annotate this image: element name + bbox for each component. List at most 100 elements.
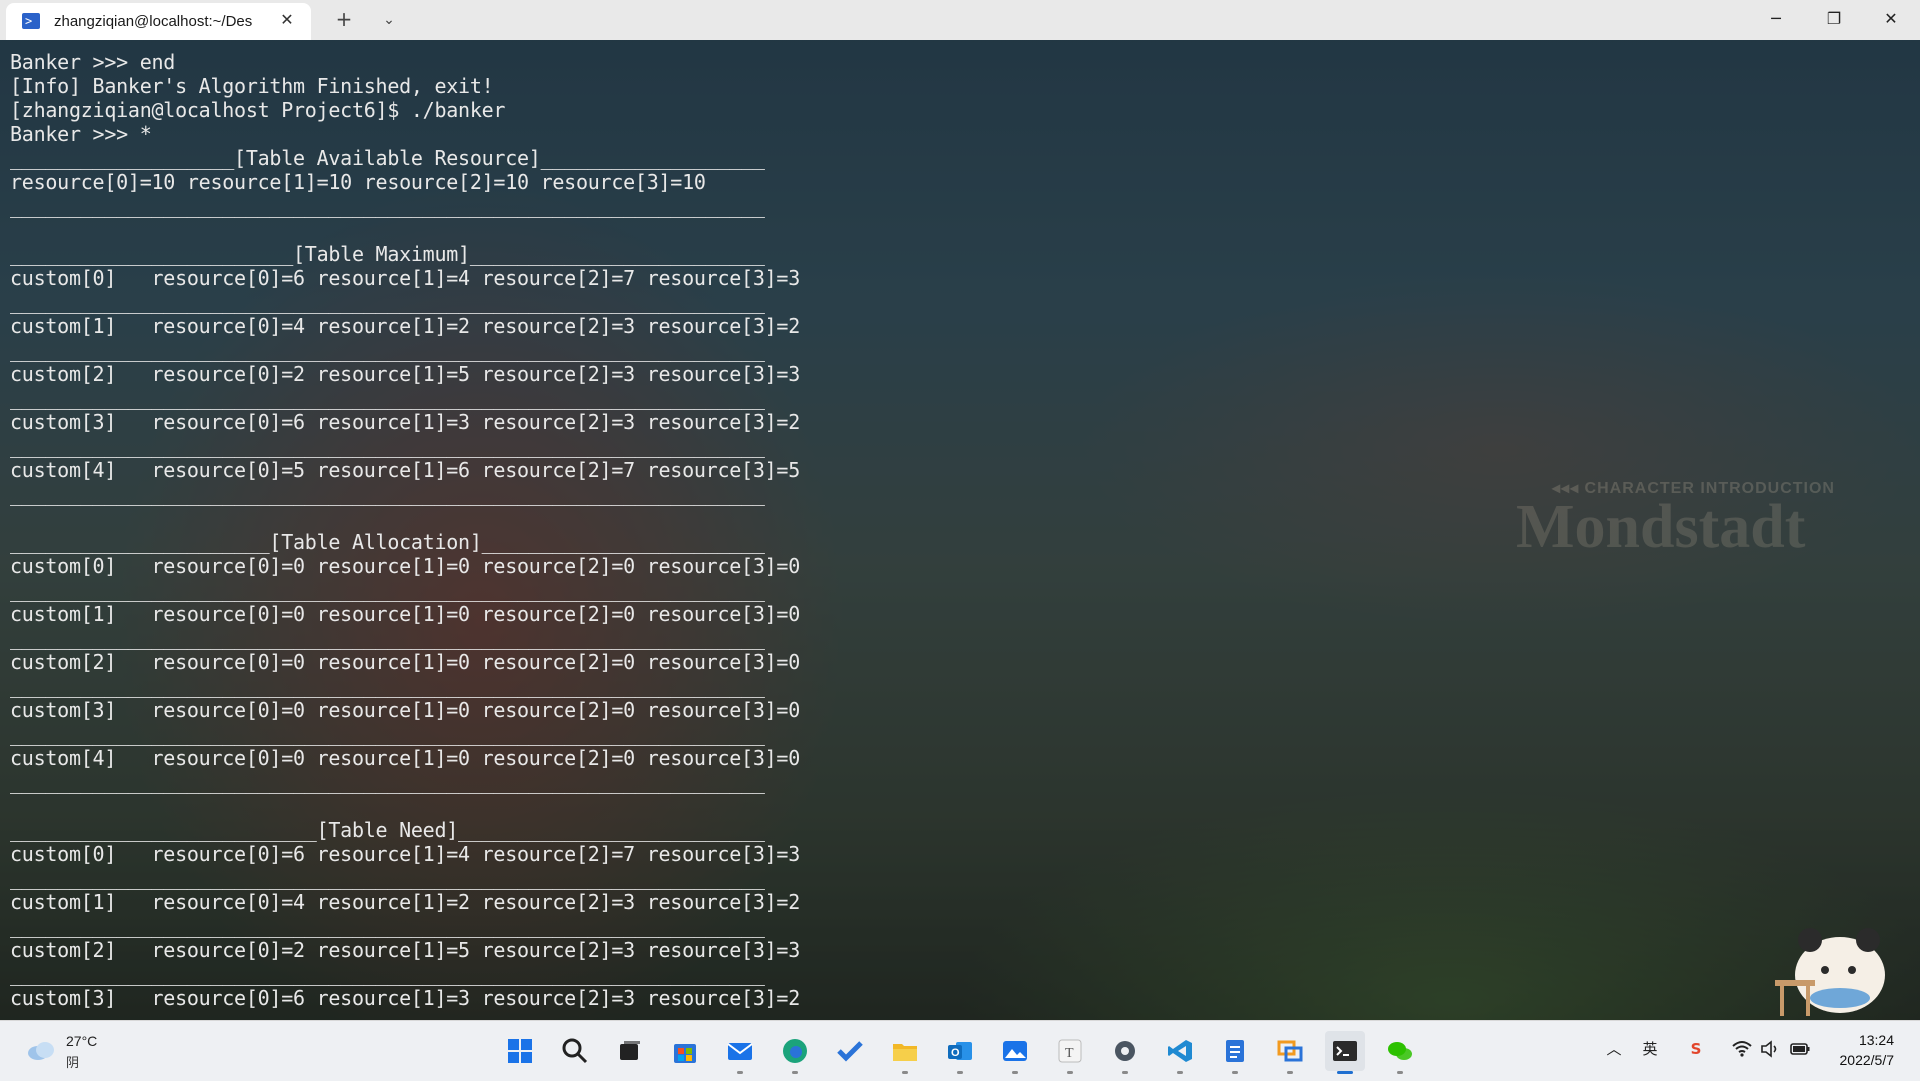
file-explorer-taskbar-button[interactable] <box>885 1031 925 1074</box>
mail-icon <box>727 1043 753 1060</box>
terminal-line: custom[4] resource[0]=0 resource[1]=0 re… <box>10 746 800 770</box>
edge-taskbar-button[interactable] <box>775 1031 815 1074</box>
terminal-line: ________________________________________… <box>10 290 765 314</box>
terminal-line: ________________________________________… <box>10 722 765 746</box>
wechat-icon <box>1388 1042 1412 1060</box>
outlook-icon: O <box>948 1042 972 1060</box>
terminal-line: custom[3] resource[0]=6 resource[1]=3 re… <box>10 986 800 1010</box>
terminal-window: ◂◂◂ CHARACTER INTRODUCTION Mondstadt > z… <box>0 0 1920 1020</box>
terminal-line: resource[0]=10 resource[1]=10 resource[2… <box>10 170 706 194</box>
terminal-line: custom[2] resource[0]=0 resource[1]=0 re… <box>10 650 800 674</box>
terminal-line: ________________________________________… <box>10 770 765 794</box>
terminal-line: ________________________________________… <box>10 962 765 986</box>
photos-taskbar-button[interactable] <box>995 1031 1035 1074</box>
search-icon <box>562 1038 588 1064</box>
terminal-line: ___________________[Table Available Reso… <box>10 146 765 170</box>
running-indicator <box>1067 1071 1073 1074</box>
wifi-icon[interactable] <box>1730 1037 1754 1061</box>
maximize-button[interactable]: ❐ <box>1805 0 1863 40</box>
terminal-line: ________________________________________… <box>10 866 765 890</box>
vscode-taskbar-button[interactable] <box>1160 1031 1200 1074</box>
terminal-line: Banker >>> end <box>10 50 176 74</box>
volume-icon[interactable] <box>1758 1037 1782 1061</box>
battery-icon[interactable] <box>1788 1037 1812 1061</box>
search-taskbar-button[interactable] <box>555 1031 595 1071</box>
terminal-taskbar-button[interactable] <box>1325 1031 1365 1074</box>
show-hidden-icons-button[interactable]: ︿ <box>1602 1037 1626 1061</box>
terminal-line: ________________________________________… <box>10 386 765 410</box>
terminal-line: ________________________________________… <box>10 482 765 506</box>
terminal-line: ________________________________________… <box>10 674 765 698</box>
close-tab-button[interactable]: ✕ <box>276 9 298 31</box>
running-indicator <box>957 1071 963 1074</box>
terminal-line: custom[1] resource[0]=4 resource[1]=2 re… <box>10 314 800 338</box>
start-icon <box>508 1039 532 1063</box>
terminal-line: custom[1] resource[0]=4 resource[1]=2 re… <box>10 890 800 914</box>
terminal-output[interactable]: Banker >>> end [Info] Banker's Algorithm … <box>10 50 1910 1020</box>
start-taskbar-button[interactable] <box>500 1031 540 1071</box>
running-indicator <box>1122 1071 1128 1074</box>
todo-taskbar-button[interactable] <box>830 1031 870 1071</box>
settings-icon <box>1115 1041 1135 1061</box>
settings-taskbar-button[interactable] <box>1105 1031 1145 1074</box>
clock-date[interactable]: 2022/5/7 <box>1824 1052 1895 1068</box>
tab-terminal[interactable]: > zhangziqian@localhost:~/Des ✕ <box>6 3 311 40</box>
terminal-line: ________________________________________… <box>10 914 765 938</box>
running-indicator <box>1287 1071 1293 1074</box>
remote-desktop-taskbar-button[interactable] <box>1270 1031 1310 1074</box>
minimize-button[interactable]: ─ <box>1747 0 1805 40</box>
terminal-line: custom[3] resource[0]=6 resource[1]=3 re… <box>10 410 800 434</box>
running-indicator <box>792 1071 798 1074</box>
ime-indicator[interactable]: 英 <box>1638 1037 1662 1061</box>
running-indicator <box>1012 1071 1018 1074</box>
microsoft-store-icon <box>674 1044 696 1063</box>
task-view-taskbar-button[interactable] <box>610 1031 650 1071</box>
terminal-line: custom[0] resource[0]=6 resource[1]=4 re… <box>10 266 800 290</box>
terminal-line: custom[3] resource[0]=0 resource[1]=0 re… <box>10 698 800 722</box>
terminal-line: [Info] Banker's Algorithm Finished, exit… <box>10 74 494 98</box>
cloud-icon <box>28 1042 54 1060</box>
weather-temperature[interactable]: 27°C <box>66 1033 97 1049</box>
photos-icon <box>1003 1041 1027 1061</box>
new-tab-button[interactable]: + <box>330 6 358 34</box>
microsoft-store-taskbar-button[interactable] <box>665 1031 705 1071</box>
terminal-line: custom[0] resource[0]=0 resource[1]=0 re… <box>10 554 800 578</box>
running-indicator <box>1397 1071 1403 1074</box>
edge-icon <box>783 1039 807 1063</box>
terminal-line: custom[0] resource[0]=6 resource[1]=4 re… <box>10 842 800 866</box>
terminal-line: Banker >>> * <box>10 122 152 146</box>
title-bar: > zhangziqian@localhost:~/Des ✕ + ⌄ ─ ❐ … <box>0 0 1920 40</box>
clock-time[interactable]: 13:24 <box>1834 1032 1894 1048</box>
running-indicator <box>1337 1071 1353 1074</box>
outlook-taskbar-button[interactable]: O <box>940 1031 980 1074</box>
running-indicator <box>737 1071 743 1074</box>
vscode-icon <box>1168 1040 1192 1062</box>
tab-dropdown-button[interactable]: ⌄ <box>375 6 403 34</box>
wechat-taskbar-button[interactable] <box>1380 1031 1420 1074</box>
todo-icon <box>837 1041 863 1062</box>
terminal-line: custom[2] resource[0]=2 resource[1]=5 re… <box>10 938 800 962</box>
terminal-line: custom[4] resource[0]=5 resource[1]=6 re… <box>10 458 800 482</box>
close-window-button[interactable]: ✕ <box>1862 0 1920 40</box>
typora-taskbar-button[interactable]: T <box>1050 1031 1090 1074</box>
typora-icon: T <box>1058 1039 1082 1063</box>
svg-text:O: O <box>951 1047 960 1059</box>
svg-text:T: T <box>1065 1046 1074 1061</box>
terminal-line: ________________________________________… <box>10 578 765 602</box>
terminal-line: ________________________________________… <box>10 194 765 218</box>
remote-desktop-icon <box>1277 1040 1303 1062</box>
terminal-line: custom[1] resource[0]=0 resource[1]=0 re… <box>10 602 800 626</box>
terminal-line: ________________________________________… <box>10 338 765 362</box>
sogou-ime-icon[interactable]: S <box>1684 1037 1708 1061</box>
tab-title: zhangziqian@localhost:~/Des <box>54 13 253 30</box>
weather-condition[interactable]: 阴 <box>66 1052 79 1071</box>
terminal-line: ________________________________________… <box>10 626 765 650</box>
notepad-taskbar-button[interactable] <box>1215 1031 1255 1074</box>
terminal-line: ________________________[Table Maximum]_… <box>10 242 765 266</box>
mail-taskbar-button[interactable] <box>720 1031 760 1074</box>
terminal-line: custom[2] resource[0]=2 resource[1]=5 re… <box>10 362 800 386</box>
notepad-icon <box>1226 1040 1244 1062</box>
